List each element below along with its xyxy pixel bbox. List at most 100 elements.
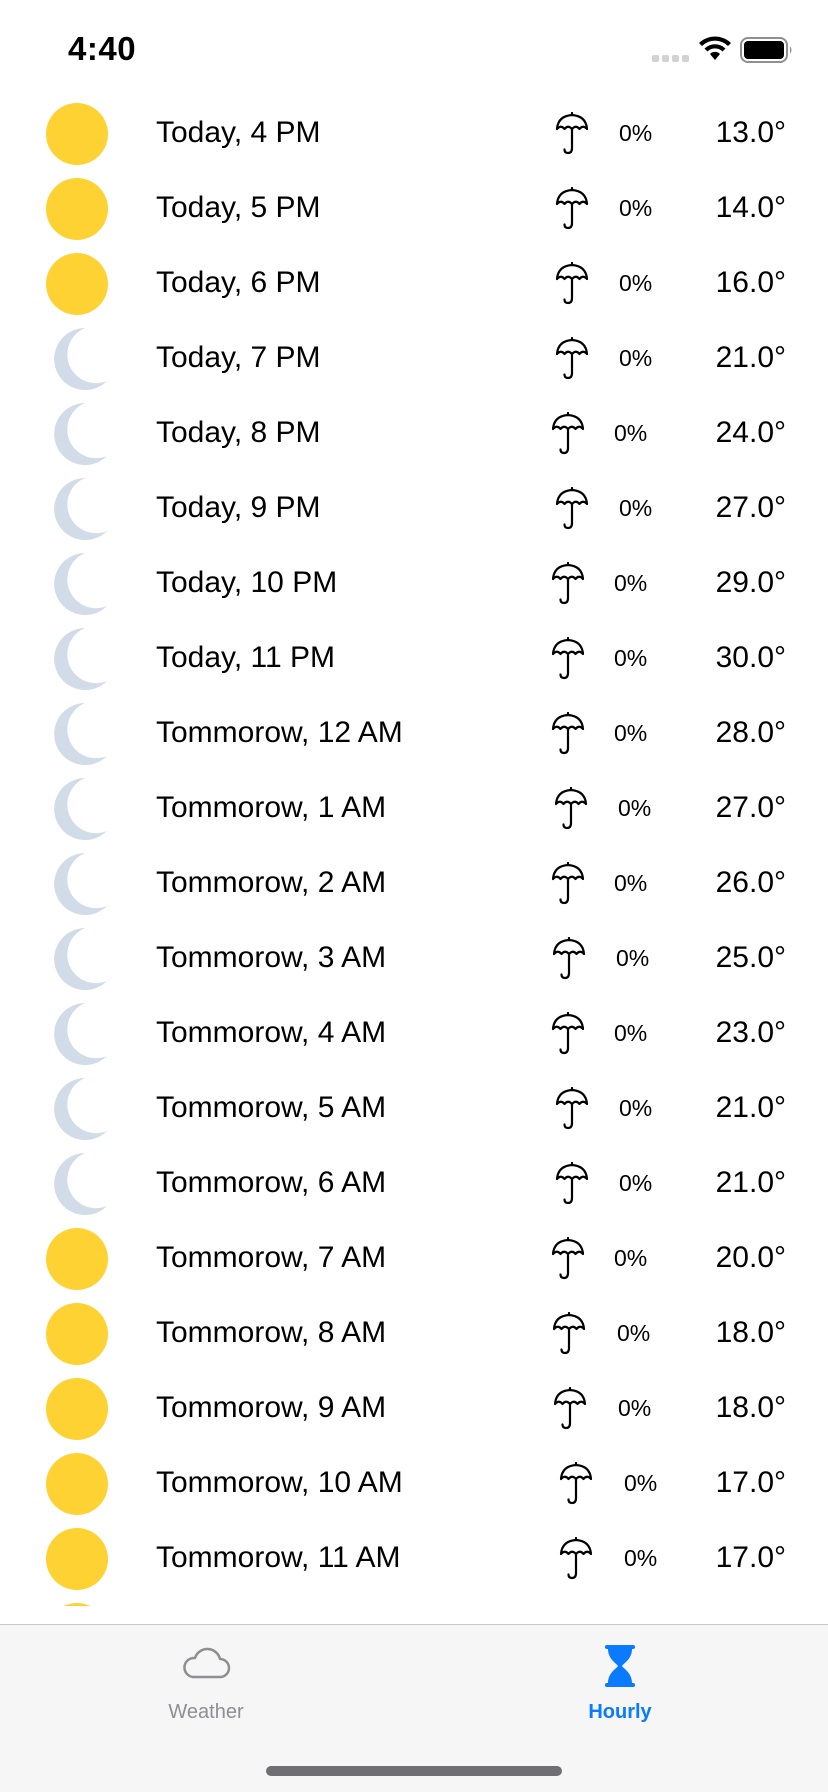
umbrella-icon [551,1311,587,1356]
precipitation-chance: 0% [624,1545,658,1571]
hourly-row[interactable]: Tommorow, 9 AM 0% 18.0° [0,1371,828,1446]
cloud-icon [183,1647,231,1679]
hourly-row[interactable]: Tommorow, 10 AM 0% 17.0° [0,1446,828,1521]
hourly-row[interactable]: Tommorow, 2 AM 0% 26.0° [0,846,828,921]
hour-label: Today, 4 PM [156,116,321,149]
umbrella-icon [554,186,590,231]
umbrella-icon [552,1386,588,1431]
hourly-row[interactable]: Tommorow, 1 AM 0% 27.0° [0,771,828,846]
hour-label: Tommorow, 11 AM [156,1541,401,1574]
precipitation-chance: 0% [619,195,653,221]
precipitation-chance: 0% [614,570,648,596]
precipitation-chance: 0% [619,345,653,371]
umbrella-icon [554,111,590,156]
cellular-signal-icon [652,55,689,62]
sun-icon [45,1302,109,1366]
temperature: 18.0° [715,1316,786,1349]
hour-label: Tommorow, 9 AM [156,1391,387,1424]
wifi-icon [699,36,731,60]
umbrella-icon [550,561,586,606]
temperature: 17.0° [715,1541,786,1574]
hour-label: Today, 11 PM [156,641,335,674]
hour-label: Tommorow, 3 AM [156,941,387,974]
moon-icon [45,702,109,766]
hourly-row[interactable]: Tommorow, 4 AM 0% 23.0° [0,996,828,1071]
hour-label: Tommorow, 10 AM [156,1466,403,1499]
precipitation-chance: 0% [624,1470,658,1496]
tab-hourly[interactable]: Hourly [520,1625,720,1735]
hour-label: Tommorow, 7 AM [156,1241,387,1274]
temperature: 17.0° [715,1466,786,1499]
hourly-row[interactable]: Tommorow, 11 AM 0% 17.0° [0,1521,828,1596]
umbrella-icon [554,336,590,381]
hourly-row-partial [0,1596,828,1606]
hour-label: Tommorow, 5 AM [156,1091,387,1124]
umbrella-icon [554,1161,590,1206]
hourly-row[interactable]: Today, 6 PM 0% 16.0° [0,246,828,321]
hourglass-icon [605,1645,635,1687]
precipitation-chance: 0% [617,1320,651,1346]
hourly-row[interactable]: Tommorow, 3 AM 0% 25.0° [0,921,828,996]
hourly-row[interactable]: Tommorow, 7 AM 0% 20.0° [0,1221,828,1296]
precipitation-chance: 0% [614,1020,648,1046]
sun-icon [45,252,109,316]
hour-label: Today, 7 PM [156,341,321,374]
hourly-row[interactable]: Tommorow, 5 AM 0% 21.0° [0,1071,828,1146]
hourly-forecast-list[interactable]: Today, 4 PM 0% 13.0° Today, 5 PM 0% 14.0° Toda… [0,96,828,1606]
precipitation-chance: 0% [618,1395,652,1421]
hourly-row[interactable]: Today, 4 PM 0% 13.0° [0,96,828,171]
hourly-row[interactable]: Tommorow, 6 AM 0% 21.0° [0,1146,828,1221]
hourly-row[interactable]: Tommorow, 8 AM 0% 18.0° [0,1296,828,1371]
precipitation-chance: 0% [614,720,648,746]
hourly-row[interactable]: Today, 8 PM 0% 24.0° [0,396,828,471]
hour-label: Tommorow, 1 AM [156,791,387,824]
precipitation-chance: 0% [619,270,653,296]
hour-label: Tommorow, 2 AM [156,866,387,899]
umbrella-icon [554,486,590,531]
hourly-row[interactable]: Today, 10 PM 0% 29.0° [0,546,828,621]
tab-weather-label: Weather [168,1701,244,1723]
umbrella-icon [554,1086,590,1131]
hour-label: Today, 6 PM [156,266,321,299]
hourly-row[interactable]: Today, 11 PM 0% 30.0° [0,621,828,696]
temperature: 14.0° [715,191,786,224]
sun-icon [45,1602,109,1606]
moon-icon [45,927,109,991]
precipitation-chance: 0% [619,120,653,146]
moon-icon [45,777,109,841]
hour-label: Today, 10 PM [156,566,338,599]
precipitation-chance: 0% [616,945,650,971]
moon-icon [45,1077,109,1141]
precipitation-chance: 0% [618,795,652,821]
hour-label: Tommorow, 4 AM [156,1016,387,1049]
temperature: 21.0° [715,1091,786,1124]
umbrella-icon [550,1236,586,1281]
sun-icon [45,1227,109,1291]
hourly-row[interactable]: Today, 7 PM 0% 21.0° [0,321,828,396]
screen: 4:40 Today, 4 PM 0% 13.0° Today, 5 PM 0% 14.0… [0,0,828,1792]
hourly-row[interactable]: Tommorow, 12 AM 0% 28.0° [0,696,828,771]
tab-hourly-label: Hourly [588,1701,652,1723]
moon-icon [45,402,109,466]
tab-weather[interactable]: Weather [106,1625,306,1735]
hourly-row[interactable]: Today, 9 PM 0% 27.0° [0,471,828,546]
temperature: 29.0° [715,566,786,599]
temperature: 16.0° [715,266,786,299]
temperature: 23.0° [715,1016,786,1049]
hourly-row[interactable]: Today, 5 PM 0% 14.0° [0,171,828,246]
temperature: 24.0° [715,416,786,449]
temperature: 25.0° [715,941,786,974]
sun-icon [45,102,109,166]
sun-icon [45,177,109,241]
precipitation-chance: 0% [619,495,653,521]
precipitation-chance: 0% [614,870,648,896]
temperature: 27.0° [715,491,786,524]
umbrella-icon [550,411,586,456]
precipitation-chance: 0% [619,1170,653,1196]
precipitation-chance: 0% [619,1095,653,1121]
umbrella-icon [550,636,586,681]
temperature: 28.0° [715,716,786,749]
moon-icon [45,327,109,391]
battery-icon [740,37,792,63]
umbrella-icon [550,1011,586,1056]
